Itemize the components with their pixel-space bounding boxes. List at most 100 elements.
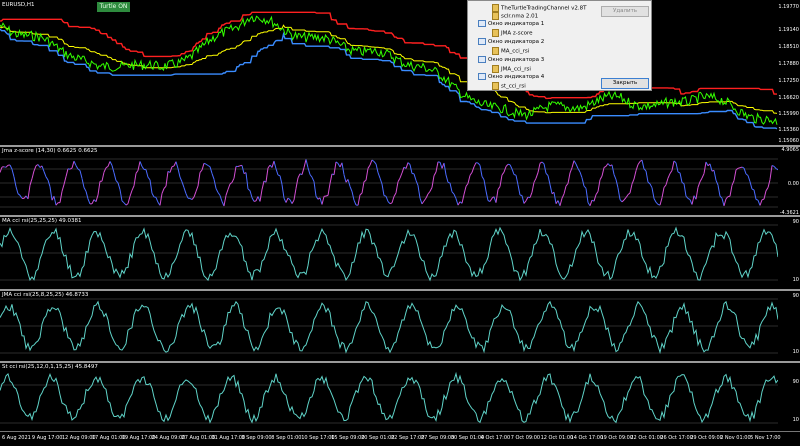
close-button[interactable]: Закрыть	[601, 78, 649, 89]
time-axis-label: 10 Sep 17:00	[301, 435, 334, 441]
zscore-line-segment	[650, 184, 652, 188]
zscore-line-segment	[520, 195, 522, 196]
jma-cci-rsi-pane[interactable]: JMA cci rsi(25,8,25,25) 46.8733	[0, 291, 778, 361]
zscore-line-segment	[718, 185, 720, 196]
zscore-line-segment	[146, 170, 148, 178]
zscore-line-segment	[454, 194, 456, 199]
zscore-line-segment	[330, 174, 332, 184]
zscore-line-segment	[66, 169, 68, 177]
zscore-line-segment	[596, 192, 598, 195]
zscore-line-segment	[656, 202, 658, 204]
st-cci-rsi-canvas	[0, 363, 778, 431]
zscore-line-segment	[76, 166, 78, 169]
zscore-line-segment	[774, 166, 776, 168]
ma-cci-rsi-scale[interactable]: 90 10	[778, 217, 800, 289]
zscore-line-segment	[384, 196, 386, 197]
tree-item[interactable]: TheTurtleTradingChannel v2.8T	[492, 4, 586, 12]
zscore-line-segment	[510, 165, 512, 169]
zscore-line-segment	[398, 178, 400, 182]
zscore-line-segment	[328, 184, 330, 196]
time-axis-label: 29 Oct 09:00	[690, 435, 723, 441]
zscore-line-segment	[134, 173, 136, 186]
zscore-line-segment	[482, 176, 484, 179]
time-axis[interactable]: 6 Aug 20219 Aug 17:0012 Aug 09:0017 Aug …	[0, 431, 800, 446]
price-scale[interactable]: 1.19770 1.19140 1.18510 1.17880 1.17250 …	[778, 0, 800, 145]
price-tick: 1.15060	[778, 138, 799, 144]
time-axis-label: 22 Sep 17:00	[391, 435, 424, 441]
zscore-line-segment	[326, 195, 328, 196]
zscore-line-segment	[504, 167, 506, 173]
zscore-line-segment	[396, 182, 398, 193]
zscore-line-segment	[614, 174, 616, 179]
zscore-line-segment	[54, 196, 56, 205]
st-cci-rsi-pane[interactable]: St cci rsi(25,12,0,1,15,25) 45.8497	[0, 363, 778, 431]
zscore-line-segment	[646, 171, 648, 182]
zscore-line-segment	[148, 177, 150, 180]
zscore-line-segment	[604, 166, 606, 167]
zscore-line-segment	[34, 166, 36, 171]
indicator-icon	[492, 29, 499, 37]
zscore-line-segment	[56, 203, 58, 206]
zscore-line-segment	[462, 195, 464, 204]
zscore-line-segment	[502, 172, 504, 175]
zscore-pane[interactable]: Jma z-score (14,30) 0.6625 0.6625	[0, 147, 778, 215]
delete-button[interactable]: Удалить	[601, 6, 649, 17]
zscore-line-segment	[408, 163, 410, 165]
time-axis-label: 15 Sep 09:00	[331, 435, 364, 441]
zscore-line-segment	[752, 189, 754, 190]
zscore-line-segment	[294, 188, 296, 200]
zscore-line-segment	[450, 183, 452, 192]
tree-window-item[interactable]: Окно индикатора 1	[478, 20, 544, 27]
zscore-line-segment	[250, 191, 252, 198]
zscore-line-segment	[418, 186, 420, 199]
zscore-line-segment	[738, 168, 740, 169]
tree-item[interactable]: sclr.nma 2.01	[492, 12, 538, 20]
price-tick: 1.19770	[778, 4, 799, 10]
zscore-line-segment	[334, 162, 336, 175]
zscore-line-segment	[448, 182, 450, 183]
zscore-line-segment	[730, 185, 732, 196]
ma-cci-rsi-pane[interactable]: MA cci rsi(25,25,25) 49.0381	[0, 217, 778, 289]
tree-item[interactable]: JMA_cci_rsi	[492, 65, 531, 73]
zscore-scale[interactable]: 4.9065 0.00 -4.3621	[778, 147, 800, 215]
zscore-line-segment	[162, 189, 164, 194]
zscore-line-segment	[514, 175, 516, 176]
st-cci-rsi-label: St cci rsi(25,12,0,1,15,25) 45.8497	[2, 364, 98, 370]
zscore-line-segment	[406, 163, 408, 169]
price-chart-pane[interactable]: EURUSD,H1 Turtle ON	[0, 0, 778, 145]
time-axis-label: 30 Sep 01:00	[451, 435, 484, 441]
zscore-line-segment	[678, 172, 680, 173]
zscore-line-segment	[700, 178, 702, 182]
zscore-line-segment	[512, 169, 514, 175]
tree-item[interactable]: MA_cci_rsi	[492, 47, 529, 55]
zscore-line-segment	[260, 190, 262, 202]
tree-window-item[interactable]: Окно индикатора 4	[478, 73, 544, 80]
st-cci-rsi-scale[interactable]: 90 10	[778, 363, 800, 431]
zscore-line-segment	[590, 200, 592, 206]
zscore-line-segment	[756, 199, 758, 200]
zscore-line-segment	[598, 180, 600, 192]
zscore-line-segment	[102, 172, 104, 181]
zscore-line-segment	[424, 198, 426, 201]
zscore-line-segment	[116, 181, 118, 183]
zscore-line-segment	[254, 201, 256, 202]
time-axis-label: 7 Oct 09:00	[511, 435, 540, 441]
zscore-line-segment	[464, 186, 466, 194]
zscore-line-segment	[266, 168, 268, 182]
tree-item[interactable]: st_cci_rsi	[492, 82, 526, 90]
zscore-line-segment	[736, 168, 738, 170]
zscore-line-segment	[402, 167, 404, 173]
zscore-line-segment	[196, 186, 198, 191]
jma-cci-rsi-scale[interactable]: 90 10	[778, 291, 800, 361]
tree-window-item[interactable]: Окно индикатора 2	[478, 38, 544, 45]
zscore-line-segment	[234, 166, 236, 178]
zscore-line-segment	[118, 183, 120, 190]
zscore-line-segment	[430, 188, 432, 192]
zscore-line-segment	[48, 180, 50, 187]
tree-window-item[interactable]: Окно индикатора 3	[478, 56, 544, 63]
zscore-line-segment	[230, 182, 232, 184]
tree-item[interactable]: JMA z-score	[492, 29, 533, 37]
zscore-line-segment	[766, 188, 768, 191]
zscore-line-segment	[568, 173, 570, 184]
zscore-line-segment	[628, 193, 630, 195]
